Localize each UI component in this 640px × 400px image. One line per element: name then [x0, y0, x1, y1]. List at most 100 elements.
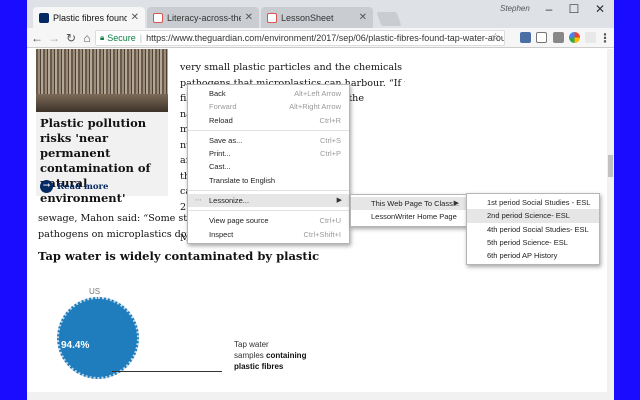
color-extension-icon[interactable]: [569, 32, 580, 43]
camera-extension-icon[interactable]: [553, 32, 564, 43]
menu-item-forward[interactable]: Forward Alt+Right Arrow: [188, 100, 349, 113]
menu-item-6th-period-ap-history[interactable]: 6th period AP History: [467, 249, 599, 262]
browser-toolbar: ← → ↻ ⌂ 🔒︎ Secure | https://www.theguard…: [27, 28, 614, 48]
menu-item-label: Forward: [209, 102, 237, 112]
menu-item-print[interactable]: Print... Ctrl+P: [188, 147, 349, 160]
read-more-link[interactable]: → Read more: [40, 180, 108, 193]
menu-item-1st-period-social-studies-esl[interactable]: 1st period Social Studies - ESL: [467, 196, 599, 209]
tab-label: Literacy-across-the-curric: [167, 12, 241, 23]
close-icon[interactable]: ✕: [245, 12, 253, 23]
menu-item-label: Cast...: [209, 162, 231, 172]
menu-item-label: 2nd period Science- ESL: [487, 211, 570, 221]
tab-label: Plastic fibres found in tap: [53, 12, 127, 23]
lock-icon: 🔒︎: [100, 33, 105, 42]
menu-item-lessonwriter-home-page[interactable]: LessonWriter Home Page: [351, 210, 466, 223]
menu-item-label: 1st period Social Studies - ESL: [487, 198, 591, 207]
maximize-icon[interactable]: ☐: [562, 2, 586, 16]
legend-text: samples: [234, 351, 267, 360]
menu-item-shortcut: Alt+Left Arrow: [294, 89, 341, 98]
reload-icon[interactable]: ↻: [64, 31, 78, 45]
menu-item-label: 6th period AP History: [487, 251, 558, 261]
new-tab-button[interactable]: [376, 12, 402, 26]
menu-item-4th-period-social-studies-esl[interactable]: 4th period Social Studies- ESL: [467, 223, 599, 236]
menu-item-label: Back: [209, 89, 226, 98]
menu-item-label: Reload: [209, 115, 233, 125]
menu-item-label: 4th period Social Studies- ESL: [487, 224, 589, 234]
menu-separator: [188, 210, 349, 212]
menu-item-label: Lessonize...: [209, 196, 250, 206]
donut-chart: [57, 297, 139, 379]
tab-strip: Plastic fibres found in tap ✕ Literacy-a…: [27, 0, 614, 28]
menu-item-reload[interactable]: Reload Ctrl+R: [188, 114, 349, 127]
secure-label: Secure: [107, 33, 136, 43]
menu-separator: [188, 190, 349, 192]
submenu-arrow-icon: ▶: [336, 197, 342, 205]
forward-arrow-icon[interactable]: →: [47, 31, 61, 45]
related-card[interactable]: Plastic pollution risks 'near permanent …: [36, 112, 168, 205]
scrollbar-thumb[interactable]: [608, 155, 613, 177]
divider: |: [139, 33, 143, 43]
extension-icon[interactable]: [585, 32, 596, 43]
menu-item-view-page-source[interactable]: View page source Ctrl+U: [188, 214, 349, 227]
horizontal-scrollbar[interactable]: [27, 392, 607, 400]
extension-icon: ⋯: [195, 197, 202, 205]
menu-item-shortcut: Ctrl+R: [319, 115, 341, 125]
window-close-icon[interactable]: ✕: [588, 2, 612, 16]
menu-item-label: 5th period Science- ESL: [487, 237, 568, 247]
read-more-label: Read more: [57, 181, 109, 192]
guardian-favicon-icon: [39, 12, 49, 23]
chart-region-label: US: [89, 287, 101, 296]
menu-item-2nd-period-science-esl[interactable]: 2nd period Science- ESL: [467, 209, 599, 223]
address-bar[interactable]: 🔒︎ Secure | https://www.theguardian.com/…: [95, 30, 505, 46]
menu-item-label: Inspect: [209, 229, 234, 239]
article-photo: [36, 49, 168, 112]
menu-item-back[interactable]: Back Alt+Left Arrow: [188, 87, 349, 100]
menu-item-save-as[interactable]: Save as... Ctrl+S: [188, 134, 349, 147]
legend-bold-text: containing: [266, 351, 307, 360]
menu-item-cast[interactable]: Cast...: [188, 160, 349, 173]
menu-item-inspect[interactable]: Inspect Ctrl+Shift+I: [188, 228, 349, 241]
menu-item-label: View page source: [209, 216, 269, 226]
tab-plastic-fibres[interactable]: Plastic fibres found in tap ✕: [33, 7, 145, 28]
menu-item-label: This Web Page To Class...: [371, 199, 460, 208]
chart-leader-line: [112, 371, 222, 372]
class-submenu: 1st period Social Studies - ESL 2nd perio…: [466, 193, 600, 266]
home-icon[interactable]: ⌂: [80, 31, 94, 45]
tab-label: LessonSheet: [281, 12, 334, 23]
legend-line: plastic fibres: [234, 362, 284, 371]
vertical-scrollbar[interactable]: [607, 49, 614, 400]
close-icon[interactable]: ✕: [131, 12, 139, 23]
menu-separator: [188, 129, 349, 131]
url-text: https://www.theguardian.com/environment/…: [146, 33, 505, 43]
section-heading: Tap water is widely contaminated by plas…: [38, 249, 320, 263]
tab-lessonsheet[interactable]: LessonSheet ✕: [261, 7, 373, 28]
profile-name[interactable]: Stephen: [500, 4, 530, 13]
menu-item-label: Print...: [209, 149, 231, 159]
context-menu: Back Alt+Left Arrow Forward Alt+Right Arrow…: [187, 84, 350, 244]
minimize-icon[interactable]: –: [537, 2, 561, 16]
submenu-arrow-icon: ▶: [453, 200, 459, 207]
legend-line: Tap water: [234, 340, 269, 349]
tab-literacy[interactable]: Literacy-across-the-curric ✕: [147, 7, 259, 28]
browser-window: Plastic fibres found in tap ✕ Literacy-a…: [27, 0, 614, 400]
close-icon[interactable]: ✕: [359, 12, 367, 23]
arrow-right-icon: →: [40, 180, 53, 193]
menu-item-shortcut: Ctrl+P: [319, 149, 341, 159]
menu-item-translate-to-english[interactable]: Translate to English: [188, 174, 349, 187]
donut-percent-label: 94.4%: [61, 340, 90, 351]
menu-kebab-icon[interactable]: ⋮: [598, 31, 612, 45]
menu-item-label: Save as...: [209, 135, 243, 145]
bookmark-star-icon[interactable]: ☆: [491, 32, 500, 43]
back-arrow-icon[interactable]: ←: [30, 31, 44, 45]
menu-item-shortcut: Ctrl+Shift+I: [303, 229, 341, 239]
document-favicon-icon: [267, 12, 277, 23]
menu-item-shortcut: Ctrl+S: [319, 135, 341, 145]
extension-icon[interactable]: [520, 32, 531, 43]
menu-item-lessonize[interactable]: ⋯ Lessonize... ▶: [188, 194, 349, 208]
menu-item-this-web-page-to-class[interactable]: This Web Page To Class... ▶: [351, 197, 466, 211]
extension-icon[interactable]: [536, 32, 547, 43]
menu-item-label: LessonWriter Home Page: [371, 212, 457, 222]
document-favicon-icon: [153, 12, 163, 23]
chart-legend: Tap water samples containing plastic fib…: [234, 339, 306, 372]
menu-item-5th-period-science-esl[interactable]: 5th period Science- ESL: [467, 236, 599, 249]
